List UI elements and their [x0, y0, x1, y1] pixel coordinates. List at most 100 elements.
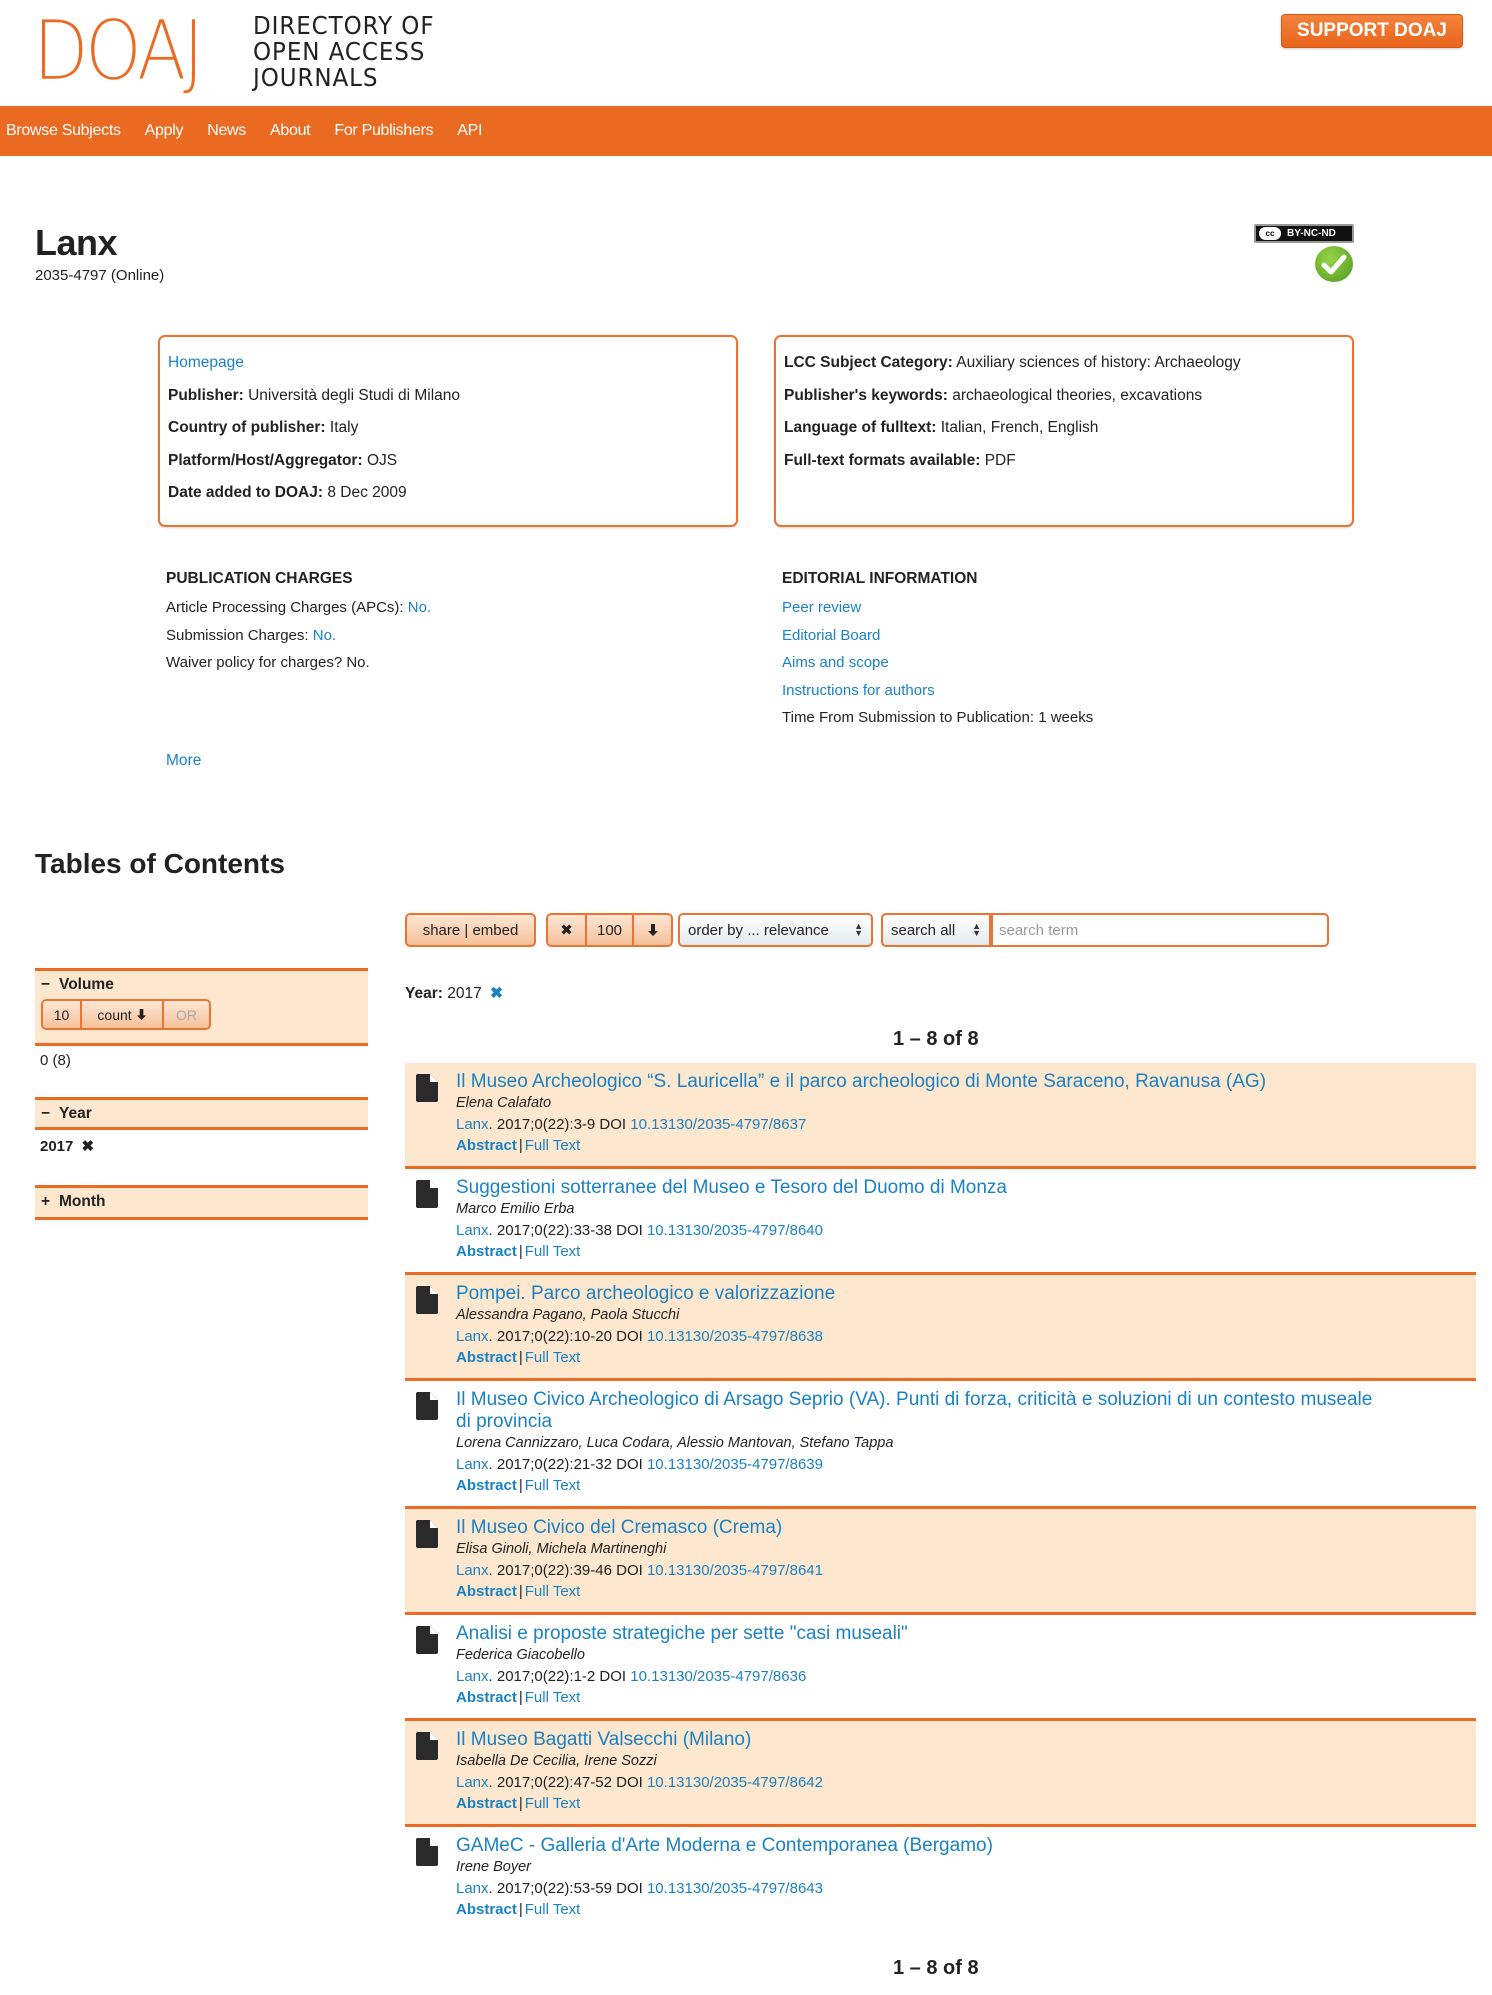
order-by-select[interactable]: order by ... relevance ▲ ▼ — [678, 913, 873, 947]
facet-or-button[interactable]: OR — [163, 999, 211, 1030]
result-links: Abstract | Full Text — [456, 1347, 1476, 1368]
full-text-link[interactable]: Full Text — [525, 1349, 581, 1366]
journal-link[interactable]: Lanx — [456, 1456, 489, 1473]
abstract-link[interactable]: Abstract — [456, 1689, 517, 1706]
section-heading: PUBLICATION CHARGES — [166, 570, 353, 587]
result-title-link[interactable]: Il Museo Civico Archeologico di Arsago S… — [456, 1389, 1476, 1433]
doi-link[interactable]: 10.13130/2035-4797/8636 — [630, 1668, 806, 1685]
filter-label: Year: — [405, 985, 443, 1002]
abstract-link[interactable]: Abstract — [456, 1137, 517, 1154]
formats-row: Full-text formats available: PDF — [784, 445, 1344, 478]
result-title-link[interactable]: Il Museo Civico del Cremasco (Crema) — [456, 1517, 1476, 1539]
facet-volume-toggle[interactable]: − Volume — [41, 976, 362, 994]
country-row: Country of publisher: Italy — [168, 412, 728, 445]
facet-size-button[interactable]: 10 — [41, 999, 81, 1030]
full-text-link[interactable]: Full Text — [525, 1689, 581, 1706]
result-title-link[interactable]: Il Museo Archeologico “S. Lauricella” e … — [456, 1071, 1476, 1093]
doaj-logo[interactable]: DOAJ DIRECTORY OF OPEN ACCESS JOURNALS — [33, 10, 450, 93]
nav-for-publishers[interactable]: For Publishers — [334, 122, 433, 140]
journal-link[interactable]: Lanx — [456, 1116, 489, 1133]
apc-value-link[interactable]: No. — [408, 599, 431, 616]
full-text-link[interactable]: Full Text — [525, 1901, 581, 1918]
nav-browse-subjects[interactable]: Browse Subjects — [6, 122, 121, 140]
logo-text: DIRECTORY OF OPEN ACCESS JOURNALS — [253, 13, 434, 91]
full-text-link[interactable]: Full Text — [525, 1795, 581, 1812]
page-size-button[interactable]: 100 — [586, 913, 633, 947]
doi-link[interactable]: 10.13130/2035-4797/8642 — [647, 1774, 823, 1791]
license-badge[interactable]: cc BY-NC-ND — [1254, 224, 1354, 243]
journal-link[interactable]: Lanx — [456, 1668, 489, 1685]
search-input[interactable] — [991, 913, 1329, 947]
editorial-board-link[interactable]: Editorial Board — [782, 627, 880, 644]
share-embed-button[interactable]: share | embed — [405, 913, 536, 947]
peer-review-link[interactable]: Peer review — [782, 599, 861, 616]
result-title-link[interactable]: Analisi e proposte strategiche per sette… — [456, 1623, 1476, 1645]
full-text-link[interactable]: Full Text — [525, 1243, 581, 1260]
full-text-link[interactable]: Full Text — [525, 1137, 581, 1154]
result-title-link[interactable]: Pompei. Parco archeologico e valorizzazi… — [456, 1283, 1476, 1305]
result-item: Suggestioni sotterranee del Museo e Teso… — [405, 1169, 1476, 1275]
result-title-link[interactable]: Suggestioni sotterranee del Museo e Teso… — [456, 1177, 1476, 1199]
result-links: Abstract | Full Text — [456, 1241, 1476, 1262]
apc-line: Article Processing Charges (APCs): No. — [166, 594, 431, 622]
facet-volume-value[interactable]: 0 (8) — [40, 1052, 71, 1069]
doi-link[interactable]: 10.13130/2035-4797/8639 — [647, 1456, 823, 1473]
abstract-link[interactable]: Abstract — [456, 1477, 517, 1494]
facet-year[interactable]: − Year — [35, 1097, 368, 1130]
full-text-link[interactable]: Full Text — [525, 1583, 581, 1600]
result-links: Abstract | Full Text — [456, 1135, 1476, 1156]
remove-filter-icon[interactable]: ✖ — [490, 985, 503, 1002]
toc-title: Tables of Contents — [35, 848, 285, 879]
sort-direction-icon[interactable] — [633, 913, 673, 947]
journal-link[interactable]: Lanx — [456, 1562, 489, 1579]
result-citation: Lanx. 2017;0(22):10-20 DOI 10.13130/2035… — [456, 1326, 1476, 1347]
doi-link[interactable]: 10.13130/2035-4797/8637 — [630, 1116, 806, 1133]
subject-info-box: LCC Subject Category: Auxiliary sciences… — [774, 335, 1354, 527]
doi-link[interactable]: 10.13130/2035-4797/8641 — [647, 1562, 823, 1579]
section-heading: EDITORIAL INFORMATION — [782, 570, 978, 587]
facet-sort-button[interactable]: count — [81, 999, 163, 1030]
abstract-link[interactable]: Abstract — [456, 1901, 517, 1918]
result-citation: Lanx. 2017;0(22):21-32 DOI 10.13130/2035… — [456, 1454, 1476, 1475]
result-title-link[interactable]: GAMeC - Galleria d'Arte Moderna e Contem… — [456, 1835, 1476, 1857]
search-field-select[interactable]: search all ▲ ▼ — [881, 913, 991, 947]
journal-link[interactable]: Lanx — [456, 1774, 489, 1791]
support-doaj-button[interactable]: SUPPORT DOAJ — [1281, 14, 1463, 48]
apc-label: Article Processing Charges (APCs): — [166, 599, 404, 616]
abstract-link[interactable]: Abstract — [456, 1795, 517, 1812]
journal-link[interactable]: Lanx — [456, 1880, 489, 1897]
facet-month[interactable]: + Month — [35, 1185, 368, 1220]
submission-value-link[interactable]: No. — [313, 627, 336, 644]
homepage-link[interactable]: Homepage — [168, 354, 244, 371]
select-arrows-icon: ▲ ▼ — [972, 921, 981, 938]
result-authors: Federica Giacobello — [456, 1647, 585, 1663]
abstract-link[interactable]: Abstract — [456, 1583, 517, 1600]
result-authors: Alessandra Pagano, Paola Stucchi — [456, 1307, 680, 1323]
abstract-link[interactable]: Abstract — [456, 1243, 517, 1260]
document-icon — [416, 1392, 438, 1420]
nav-news[interactable]: News — [207, 122, 246, 140]
doi-link[interactable]: 10.13130/2035-4797/8638 — [647, 1328, 823, 1345]
aims-scope-link[interactable]: Aims and scope — [782, 654, 889, 671]
clear-icon[interactable]: ✖ — [546, 913, 586, 947]
nav-apply[interactable]: Apply — [145, 122, 184, 140]
separator: | — [518, 1349, 523, 1366]
facet-volume: − Volume 10 count OR — [35, 968, 368, 1046]
nav-about[interactable]: About — [270, 122, 311, 140]
journal-link[interactable]: Lanx — [456, 1328, 489, 1345]
keywords-row: Publisher's keywords: archaeological the… — [784, 380, 1344, 413]
info-label: Platform/Host/Aggregator: — [168, 451, 363, 469]
journal-link[interactable]: Lanx — [456, 1222, 489, 1239]
more-link[interactable]: More — [166, 752, 201, 770]
result-title-link[interactable]: Il Museo Bagatti Valsecchi (Milano) — [456, 1729, 1476, 1751]
abstract-link[interactable]: Abstract — [456, 1349, 517, 1366]
remove-year-icon[interactable]: ✖ — [82, 1138, 95, 1155]
nav-api[interactable]: API — [457, 122, 482, 140]
doi-link[interactable]: 10.13130/2035-4797/8643 — [647, 1880, 823, 1897]
doi-link[interactable]: 10.13130/2035-4797/8640 — [647, 1222, 823, 1239]
citation-text: . 2017;0(22):21-32 DOI — [488, 1456, 647, 1473]
result-item: Il Museo Civico Archeologico di Arsago S… — [405, 1381, 1476, 1509]
instructions-authors-link[interactable]: Instructions for authors — [782, 682, 935, 699]
result-links: Abstract | Full Text — [456, 1475, 1476, 1496]
full-text-link[interactable]: Full Text — [525, 1477, 581, 1494]
